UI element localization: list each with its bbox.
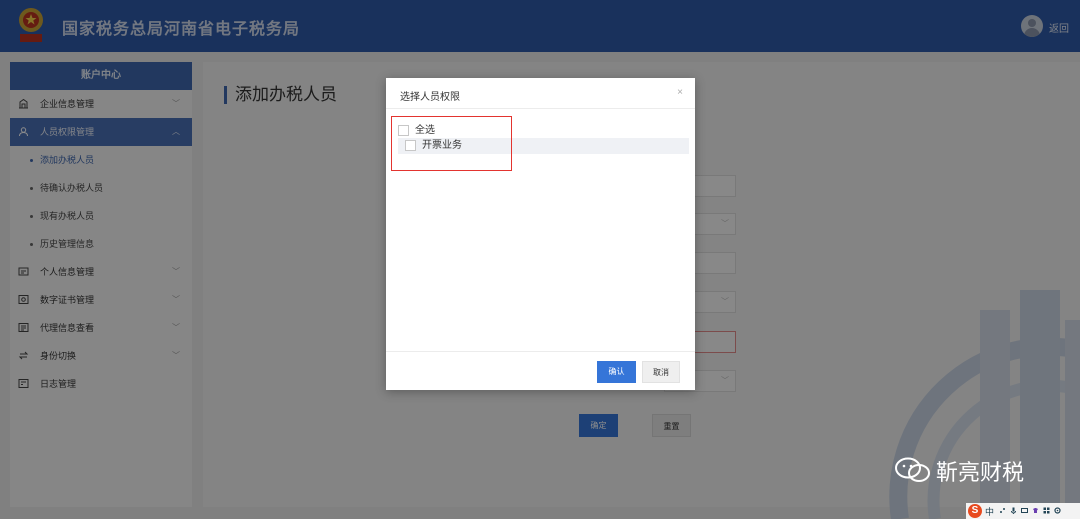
- ime-toolbar[interactable]: S 中: [966, 503, 1080, 519]
- ime-language-indicator[interactable]: 中: [985, 505, 994, 518]
- settings-icon: [1054, 507, 1061, 514]
- keyboard-icon: [1021, 508, 1028, 513]
- divider: [386, 108, 695, 109]
- cancel-button[interactable]: 取消: [642, 361, 680, 383]
- annotation-highlight-box: [391, 116, 512, 171]
- microphone-icon: [1011, 507, 1016, 514]
- close-icon[interactable]: ×: [677, 87, 683, 98]
- modal-title: 选择人员权限: [400, 92, 460, 103]
- wechat-icon: [895, 457, 930, 482]
- watermark-text: 靳亮财税: [936, 460, 1025, 485]
- punctuation-icon: [1000, 508, 1005, 513]
- confirm-button[interactable]: 确认: [597, 361, 636, 383]
- sogou-logo-icon: S: [968, 504, 982, 518]
- divider: [386, 351, 695, 352]
- skin-icon: [1033, 508, 1038, 513]
- grid-icon: [1043, 507, 1050, 514]
